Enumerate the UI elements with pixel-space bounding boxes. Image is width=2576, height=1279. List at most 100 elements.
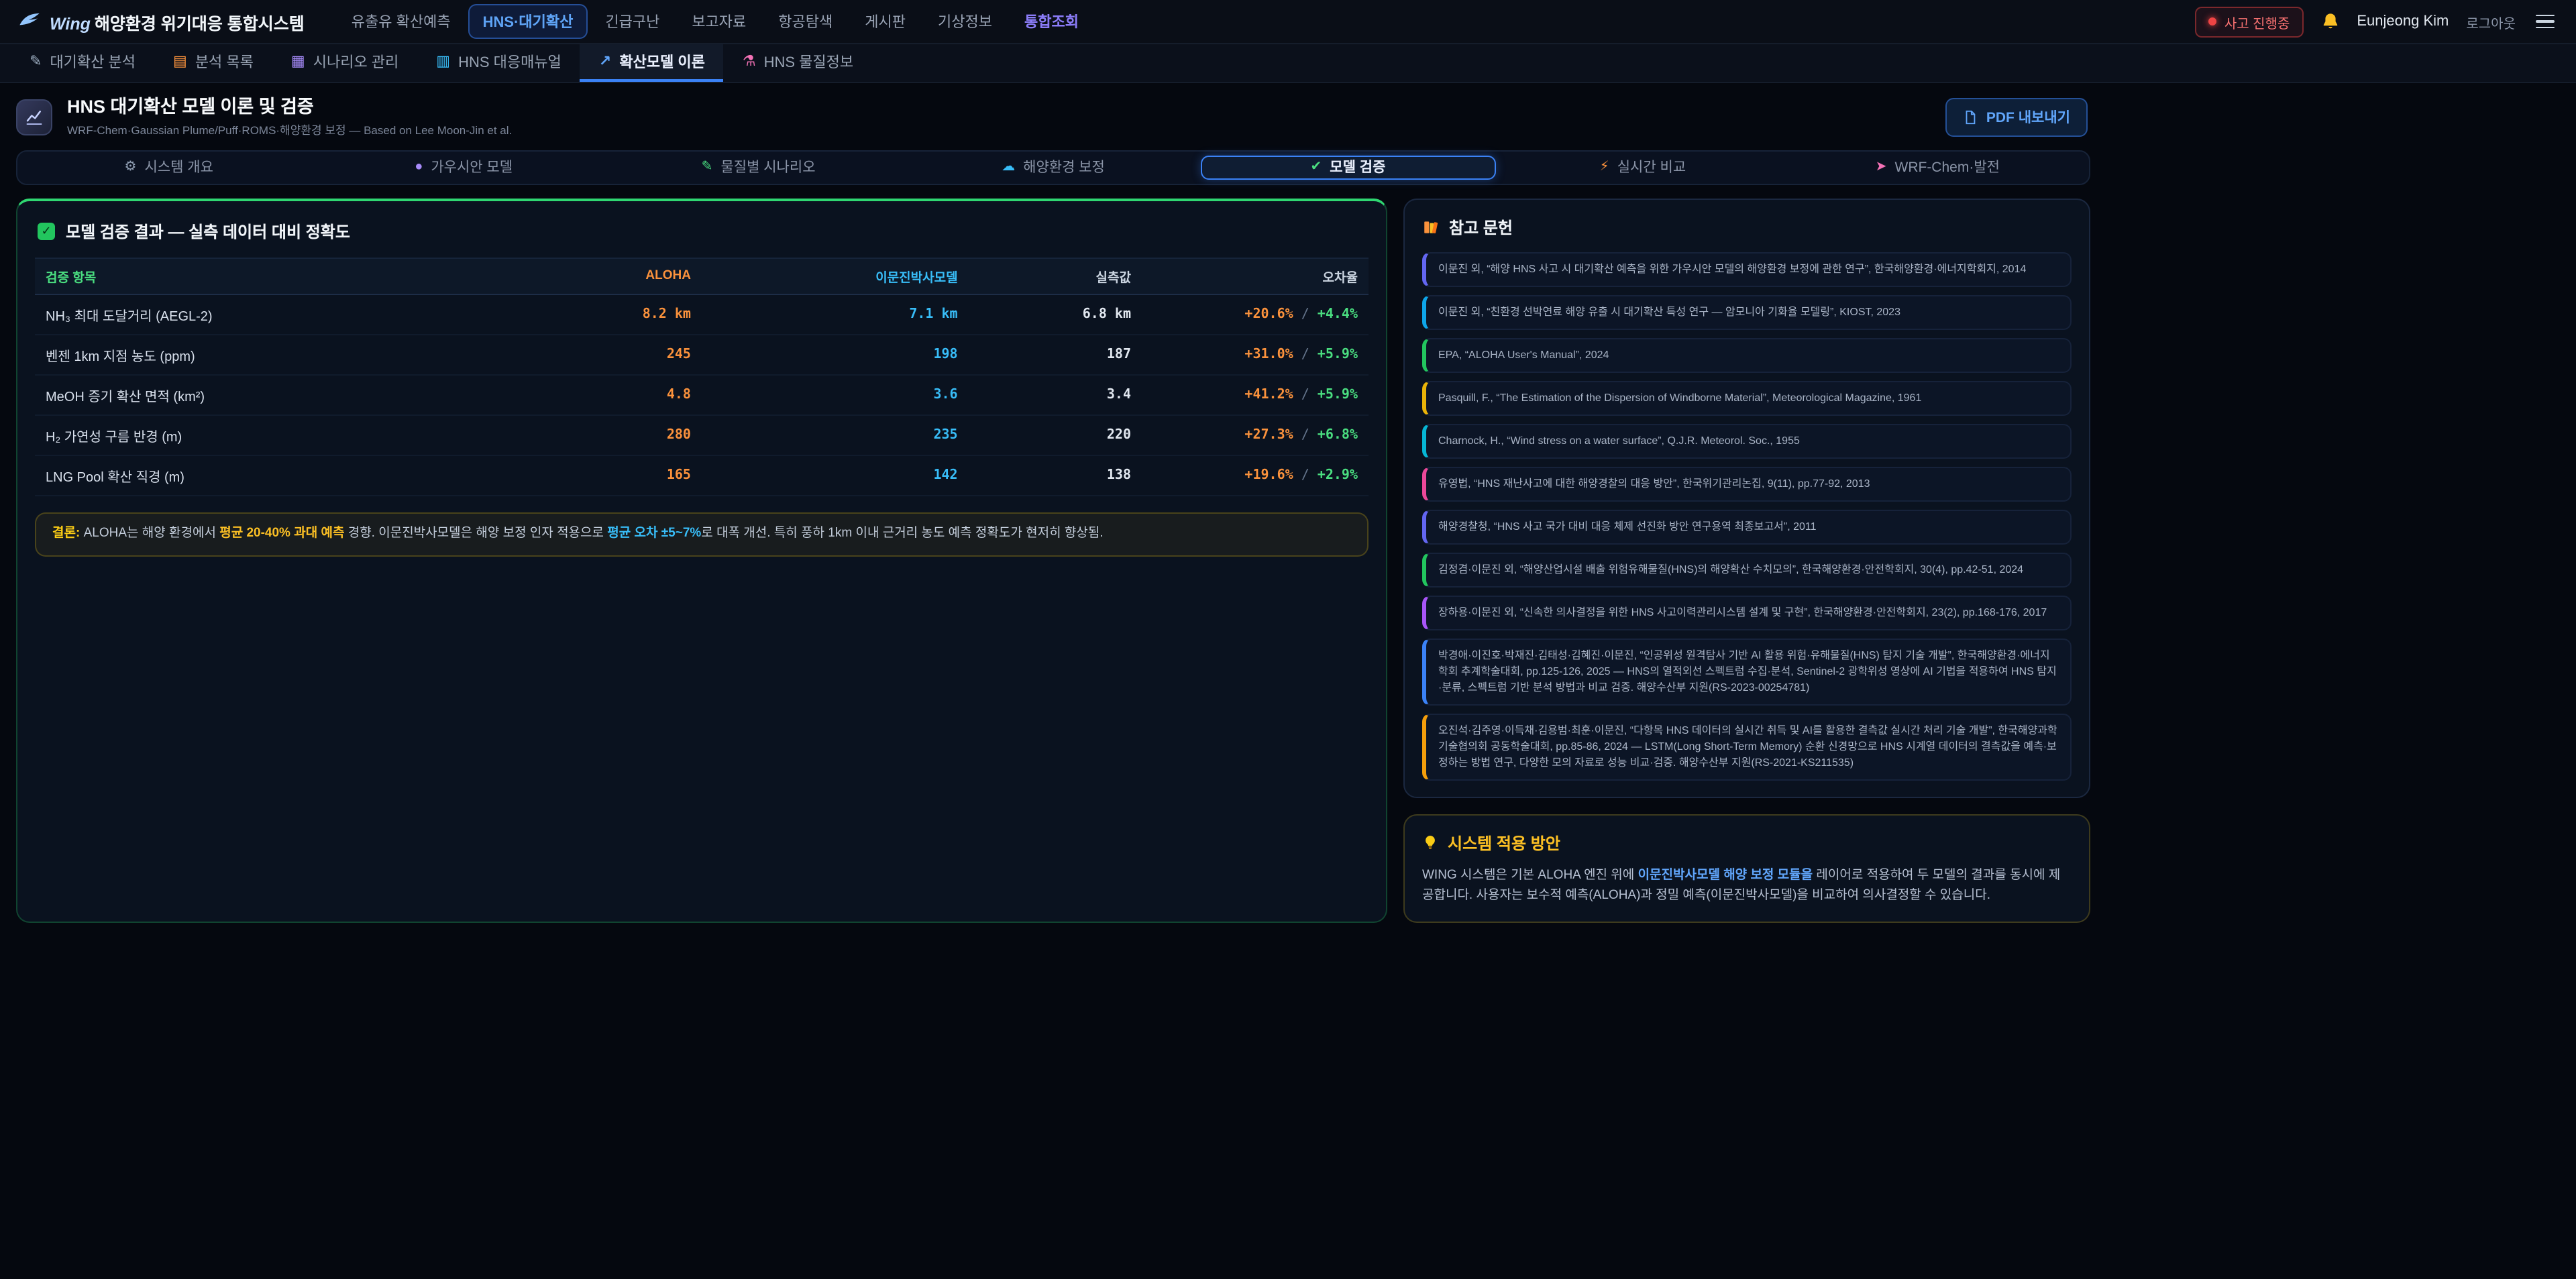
column-header-0: 검증 항목 [35,258,529,294]
validation-table: 검증 항목ALOHA이문진박사모델실측값오차율 NH₃ 최대 도달거리 (AEG… [35,258,1368,496]
user-name: Eunjeong Kim [2357,13,2449,30]
subnav-tab-label: HNS 대응매뉴얼 [458,51,561,72]
reference-item: 장하용·이문진 외, “신속한 의사결정을 위한 HNS 사고이력관리시스템 설… [1422,596,2072,630]
topnav-right: 사고 진행중 Eunjeong Kim 로그아웃 [2195,6,2557,37]
app-window: Wing해양환경 위기대응 통합시스템 유출유 확산예측HNS·대기확산긴급구난… [0,0,2576,1279]
books-icon [1422,219,1440,236]
subnav-tab-3[interactable]: ▥ HNS 대응매뉴얼 [417,44,580,82]
reference-item: 이문진 외, “친환경 선박연료 해양 유출 시 대기확산 특성 연구 — 암모… [1422,295,2072,330]
topnav-item-6[interactable]: 기상정보 [923,4,1007,39]
logout-button[interactable]: 로그아웃 [2466,11,2516,32]
scenario-grid-icon: ▦ [291,54,305,69]
section-tab-3[interactable]: ☁해양환경 보정 [906,156,1200,180]
section-tab-2[interactable]: ✎ 물질별 시나리오 [611,156,906,180]
subnav-tab-label: 확산모델 이론 [619,51,705,72]
flask-icon: ⚗ [743,54,756,69]
chart-line-icon: ↗ [599,54,611,69]
reference-item: 김정겸·이문진 외, “해양산업시설 배출 위험유해물질(HNS)의 해양확산 … [1422,553,2072,588]
live-pulse-icon: ⚡ [1600,161,1609,174]
topnav-item-0[interactable]: 유출유 확산예측 [337,4,466,39]
section-tab-6[interactable]: ➤WRF-Chem·발전 [1790,156,2085,180]
cell-aloha: 245 [529,335,702,375]
subnav: ✎ 대기확산 분석 ▤분석 목록 ▦ 시나리오 관리 ▥ HNS 대응매뉴얼 ↗ 확산모델 이론… [0,44,2576,83]
section-tab-5[interactable]: ⚡실시간 비교 [1495,156,1790,180]
subnav-tab-0[interactable]: ✎ 대기확산 분석 [11,44,154,82]
section-tab-label: 시스템 개요 [144,158,213,178]
cell-measured: 187 [969,335,1142,375]
table-row: LNG Pool 확산 직경 (m)165142138+19.6% / +2.9… [35,455,1368,496]
cell-error-rate: +20.6% / +4.4% [1142,294,1368,335]
section-tab-0[interactable]: ⚙시스템 개요 [21,156,316,180]
cell-item: MeOH 증기 확산 면적 (km²) [35,375,529,415]
subnav-tab-label: 시나리오 관리 [313,51,399,72]
right-column: 참고 문헌 이문진 외, “해양 HNS 사고 시 대기확산 예측을 위한 가우… [1403,199,2090,924]
check-square-icon: ✓ [38,223,55,240]
cell-measured: 220 [969,415,1142,455]
section-tab-label: 모델 검증 [1330,158,1385,178]
wing-logo-icon [19,11,40,32]
cell-moonjin-model: 235 [702,415,969,455]
subnav-tab-1[interactable]: ▤분석 목록 [154,44,272,82]
subnav-tab-2[interactable]: ▦ 시나리오 관리 [272,44,417,82]
pdf-document-icon [1964,111,1978,125]
gaussian-dot-icon: ● [415,161,423,174]
section-tab-4[interactable]: ✔모델 검증 [1201,156,1495,180]
model-chart-icon [16,100,52,136]
reference-item: 오진석·김주영·이득채·김용범·최훈·이문진, “다항목 HNS 데이터의 실시… [1422,714,2072,781]
references-card-title: 참고 문헌 [1422,216,2072,239]
reference-item: 이문진 외, “해양 HNS 사고 시 대기확산 예측을 위한 가우시안 모델의… [1422,252,2072,287]
brand-name: Wing [50,14,91,33]
subnav-tab-label: HNS 물질정보 [764,51,854,72]
validation-table-body: NH₃ 최대 도달거리 (AEGL-2)8.2 km7.1 km6.8 km+2… [35,294,1368,496]
conclusion-note: 결론: ALOHA는 해양 환경에서 평균 20-40% 과대 예측 경향. 이… [35,512,1368,556]
apply-card-title: 시스템 적용 방안 [1422,832,2072,854]
subnav-tab-5[interactable]: ⚗ HNS 물질정보 [724,44,872,82]
cell-measured: 138 [969,455,1142,496]
cell-aloha: 4.8 [529,375,702,415]
pdf-export-button[interactable]: PDF 내보내기 [1946,99,2088,137]
table-row: MeOH 증기 확산 면적 (km²)4.83.63.4+41.2% / +5.… [35,375,1368,415]
column-header-3: 실측값 [969,258,1142,294]
reference-item: EPA, “ALOHA User's Manual”, 2024 [1422,338,2072,373]
table-row: NH₃ 최대 도달거리 (AEGL-2)8.2 km7.1 km6.8 km+2… [35,294,1368,335]
cell-moonjin-model: 142 [702,455,969,496]
section-tab-label: 해양환경 보정 [1023,158,1105,178]
validation-card: ✓ 모델 검증 결과 — 실측 데이터 대비 정확도 검증 항목ALOHA이문진… [16,199,1387,924]
cell-measured: 3.4 [969,375,1142,415]
apply-card: 시스템 적용 방안 WING 시스템은 기본 ALOHA 엔진 위에 이문진박사… [1403,814,2090,924]
references-card: 참고 문헌 이문진 외, “해양 HNS 사고 시 대기확산 예측을 위한 가우… [1403,199,2090,798]
column-header-1: ALOHA [529,258,702,294]
topnav-item-1[interactable]: HNS·대기확산 [468,4,588,39]
cell-error-rate: +27.3% / +6.8% [1142,415,1368,455]
cell-item: H₂ 가연성 구름 반경 (m) [35,415,529,455]
brand-logo[interactable]: Wing해양환경 위기대응 통합시스템 [19,9,305,34]
subnav-tab-4[interactable]: ↗ 확산모델 이론 [580,44,724,82]
section-tab-label: 물질별 시나리오 [720,158,815,178]
lightbulb-icon [1422,835,1438,851]
hamburger-menu-icon[interactable] [2533,9,2557,34]
app-title: Wing해양환경 위기대응 통합시스템 [50,9,305,34]
page-header: HNS 대기확산 모델 이론 및 검증 WRF-Chem·Gaussian Pl… [16,83,2090,150]
subnav-tab-label: 대기확산 분석 [50,51,136,72]
cell-moonjin-model: 7.1 km [702,294,969,335]
apply-text: WING 시스템은 기본 ALOHA 엔진 위에 이문진박사모델 해양 보정 모… [1422,865,2072,906]
bell-icon[interactable] [2320,12,2339,31]
page-subtitle: WRF-Chem·Gaussian Plume/Puff·ROMS·해양환경 보… [67,122,512,138]
column-header-4: 오차율 [1142,258,1368,294]
manual-book-icon: ▥ [436,54,450,69]
top-navbar: Wing해양환경 위기대응 통합시스템 유출유 확산예측HNS·대기확산긴급구난… [0,0,2576,44]
list-icon: ▤ [173,54,187,69]
pencil-icon: ✎ [30,54,42,69]
cell-moonjin-model: 3.6 [702,375,969,415]
rocket-icon: ➤ [1876,161,1887,174]
section-tab-label: 가우시안 모델 [431,158,513,178]
topnav-item-4[interactable]: 항공탐색 [763,4,847,39]
topnav-item-2[interactable]: 긴급구난 [590,4,674,39]
topnav-item-7[interactable]: 통합조회 [1010,4,1093,39]
cell-moonjin-model: 198 [702,335,969,375]
section-tab-1[interactable]: ● 가우시안 모델 [316,156,610,180]
topnav-item-3[interactable]: 보고자료 [677,4,761,39]
main-grid: ✓ 모델 검증 결과 — 실측 데이터 대비 정확도 검증 항목ALOHA이문진… [16,199,2090,964]
pencil-icon: ✎ [702,161,713,174]
topnav-item-5[interactable]: 게시판 [850,4,920,39]
